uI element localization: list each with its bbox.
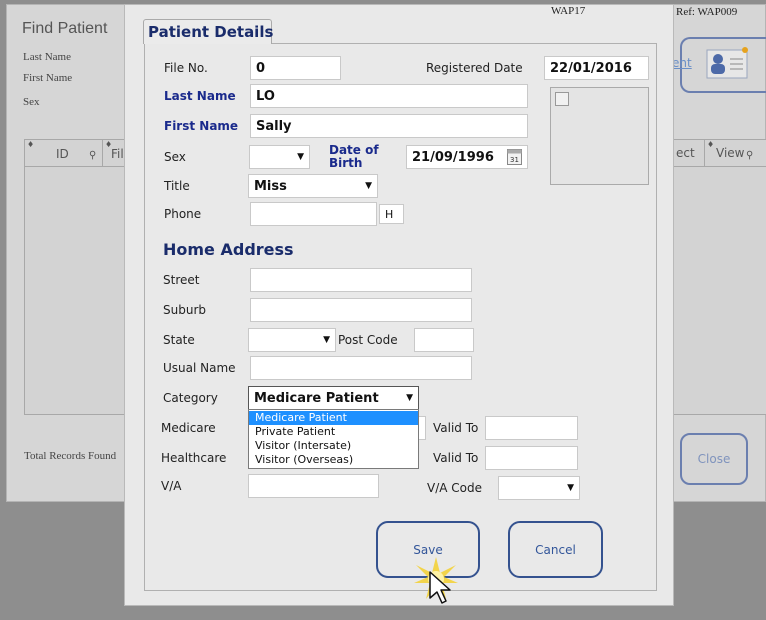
calendar-icon[interactable]: 31 [507,148,522,165]
category-option-visitor-overseas[interactable]: Visitor (Overseas) [249,453,418,467]
va-field[interactable] [248,474,379,498]
registered-date-label: Registered Date [426,61,523,75]
healthcare-valid-to-field[interactable] [485,446,578,470]
suburb-label: Suburb [163,303,206,317]
home-address-heading: Home Address [163,240,294,259]
panel-title: Patient Details [148,23,274,41]
sort-icon: ♦ [707,140,715,149]
file-no-value: 0 [256,60,266,76]
va-code-label: V/A Code [427,481,482,495]
find-patient-title: Find Patient [22,20,108,37]
category-label: Category [163,391,218,405]
bg-col-divider [704,139,705,166]
first-name-label: First Name [164,119,239,133]
bg-col-view: View [716,146,745,160]
bg-col-divider [102,139,103,166]
calendar-day: 31 [510,156,519,164]
medicare-label: Medicare [161,421,216,435]
title-select[interactable]: Miss ▼ [248,174,378,198]
search-icon: ⚲ [746,150,754,161]
title-value: Miss [254,178,287,194]
sex-label: Sex [164,150,186,164]
file-no-field[interactable]: 0 [250,56,341,80]
phone-label: Phone [164,207,202,221]
dropdown-arrow-icon: ▼ [406,393,413,403]
category-value: Medicare Patient [254,390,379,406]
last-name-value: LO [256,88,275,104]
bg-ref-code: Ref: WAP009 [676,6,738,18]
patient-card-icon [706,47,750,79]
bg-first-name-label: First Name [23,72,73,84]
bg-total-records-label: Total Records Found [24,450,117,462]
va-label: V/A [161,479,182,493]
dropdown-arrow-icon: ▼ [323,335,330,345]
registered-date-field[interactable]: 22/01/2016 [544,56,649,80]
phone-type-field[interactable]: H [379,204,404,224]
last-name-label: Last Name [164,89,236,103]
state-label: State [163,333,195,347]
post-code-label: Post Code [338,333,398,347]
category-select[interactable]: Medicare Patient ▼ [248,386,419,410]
bg-last-name-label: Last Name [23,51,71,63]
bg-close-button[interactable]: Close [680,433,748,485]
medicare-valid-to-label: Valid To [433,421,479,435]
bg-col-id: ID [56,147,69,161]
last-name-field[interactable]: LO [250,84,528,108]
cancel-button[interactable]: Cancel [508,521,603,578]
mouse-cursor-icon [428,570,452,606]
registered-date-value: 22/01/2016 [550,60,632,76]
bg-new-patient-link[interactable]: ent [672,56,692,70]
first-name-field[interactable]: Sally [250,114,528,138]
sort-icon: ♦ [27,140,35,149]
street-label: Street [163,273,200,287]
category-option-medicare[interactable]: Medicare Patient [249,411,418,425]
dropdown-arrow-icon: ▼ [365,181,372,191]
broken-image-icon [555,92,569,106]
usual-name-label: Usual Name [163,361,236,375]
dropdown-arrow-icon: ▼ [297,152,304,162]
file-no-label: File No. [164,61,208,75]
category-dropdown-list: Medicare Patient Private Patient Visitor… [248,409,419,469]
post-code-field[interactable] [414,328,474,352]
dropdown-arrow-icon: ▼ [567,483,574,493]
street-field[interactable] [250,268,472,292]
healthcare-label: Healthcare [161,451,227,465]
sex-select[interactable]: ▼ [249,145,310,169]
first-name-value: Sally [256,118,292,134]
usual-name-field[interactable] [250,356,472,380]
state-select[interactable]: ▼ [248,328,336,352]
va-code-select[interactable]: ▼ [498,476,580,500]
dob-label: Date of Birth [329,143,379,170]
dialog-code: WAP17 [551,5,586,17]
suburb-field[interactable] [250,298,472,322]
healthcare-valid-to-label: Valid To [433,451,479,465]
phone-field[interactable] [250,202,377,226]
phone-type-value: H [385,207,394,221]
medicare-valid-to-field[interactable] [485,416,578,440]
search-icon: ⚲ [89,150,97,161]
title-label: Title [164,179,190,193]
category-option-visitor-interstate[interactable]: Visitor (Intersate) [249,439,418,453]
bg-sex-label: Sex [23,96,40,108]
category-option-private[interactable]: Private Patient [249,425,418,439]
dob-value: 21/09/1996 [412,149,494,165]
bg-col-select: ect [676,146,695,160]
